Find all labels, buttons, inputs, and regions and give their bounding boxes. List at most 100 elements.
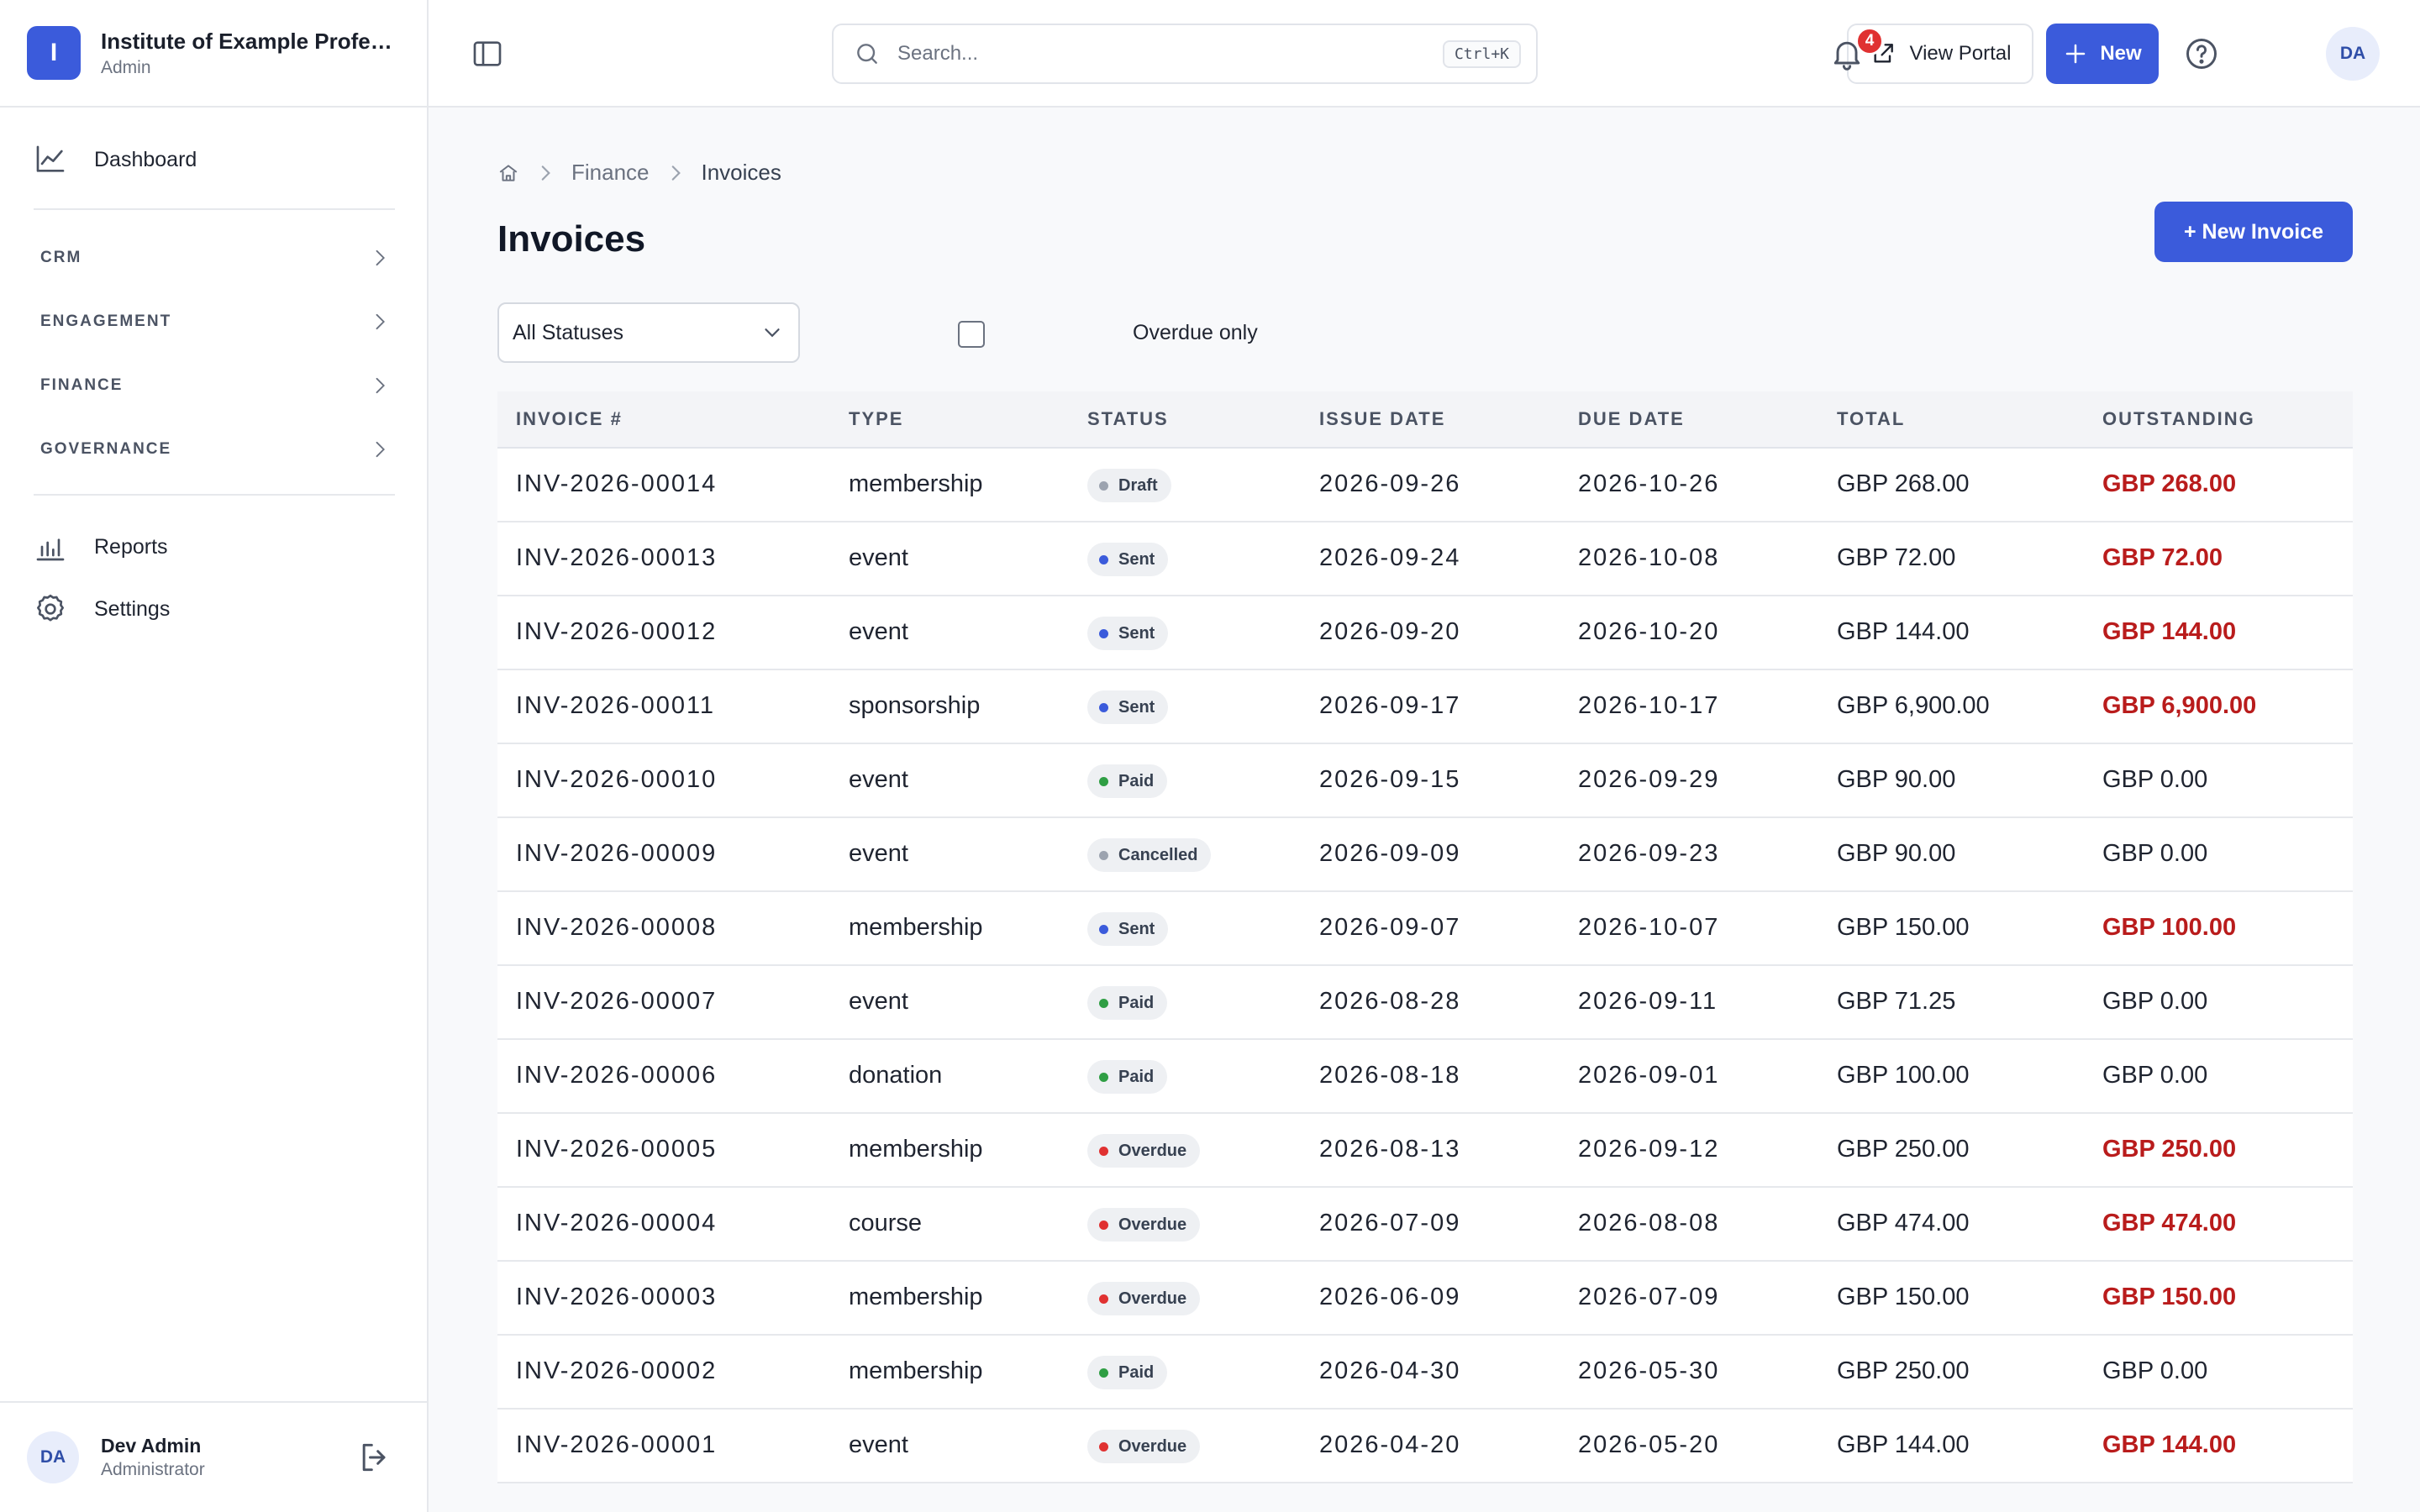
- status-dot-icon: [1099, 702, 1108, 712]
- search-input[interactable]: Search... Ctrl+K: [832, 24, 1538, 84]
- sidebar-group-finance[interactable]: FINANCE: [34, 362, 395, 409]
- outstanding-amount: GBP 0.00: [2102, 1357, 2208, 1384]
- user-avatar-button[interactable]: DA: [2326, 27, 2380, 81]
- sidebar-group-label: GOVERNANCE: [40, 440, 172, 458]
- due-date: 2026-08-08: [1578, 1210, 1720, 1236]
- status-filter-select[interactable]: All Statuses: [497, 302, 800, 363]
- status-dot-icon: [1099, 628, 1108, 638]
- status-dot-icon: [1099, 554, 1108, 564]
- column-header-type[interactable]: TYPE: [849, 408, 903, 430]
- table-row[interactable]: INV-2026-00013 event 2026-09-24 2026-10-08 G…: [497, 522, 2353, 596]
- avatar: DA: [27, 1431, 79, 1483]
- sidebar-group-crm[interactable]: CRM: [34, 234, 395, 281]
- status-dot-icon: [1099, 1368, 1108, 1378]
- new-button[interactable]: New: [2046, 24, 2159, 84]
- chart-line-icon: [36, 145, 65, 172]
- issue-date: 2026-09-15: [1319, 766, 1461, 793]
- column-header-outstanding[interactable]: OUTSTANDING: [2102, 408, 2255, 430]
- table-row[interactable]: INV-2026-00006 donation 2026-08-18 2026-09-…: [497, 1040, 2353, 1114]
- chevron-down-icon: [765, 328, 780, 338]
- status-dot-icon: [1099, 850, 1108, 860]
- column-header-total[interactable]: TOTAL: [1837, 408, 1905, 430]
- table-row[interactable]: INV-2026-00004 course 2026-07-09 2026-08-08…: [497, 1188, 2353, 1262]
- invoice-type: event: [849, 544, 908, 571]
- issue-date: 2026-06-09: [1319, 1284, 1461, 1310]
- breadcrumb-finance[interactable]: Finance: [571, 160, 650, 186]
- outstanding-amount: GBP 0.00: [2102, 988, 2208, 1015]
- issue-date: 2026-08-13: [1319, 1136, 1461, 1163]
- chevron-right-icon: [376, 313, 385, 330]
- invoice-type: membership: [849, 1136, 983, 1163]
- table-row[interactable]: INV-2026-00010 event 2026-09-15 2026-09-29 G…: [497, 744, 2353, 818]
- invoice-type: membership: [849, 1284, 983, 1310]
- status-label: Paid: [1118, 993, 1155, 1012]
- invoice-number[interactable]: INV-2026-00008: [516, 914, 717, 942]
- invoice-number[interactable]: INV-2026-00004: [516, 1210, 717, 1237]
- sidebar-toggle-icon[interactable]: [471, 37, 504, 71]
- table-row[interactable]: INV-2026-00012 event 2026-09-20 2026-10-20 G…: [497, 596, 2353, 670]
- table-row[interactable]: INV-2026-00007 event 2026-08-28 2026-09-11 G…: [497, 966, 2353, 1040]
- status-badge: Sent: [1087, 543, 1169, 576]
- outstanding-amount: GBP 0.00: [2102, 1062, 2208, 1089]
- invoice-number[interactable]: INV-2026-00013: [516, 544, 717, 572]
- table-row[interactable]: INV-2026-00002 membership 2026-04-30 2026-0…: [497, 1336, 2353, 1410]
- invoice-number[interactable]: INV-2026-00001: [516, 1431, 717, 1459]
- issue-date: 2026-04-30: [1319, 1357, 1461, 1384]
- sidebar-group-governance[interactable]: GOVERNANCE: [34, 426, 395, 473]
- sidebar-item-label: Reports: [94, 534, 168, 559]
- column-header-invoice[interactable]: INVOICE #: [516, 408, 623, 430]
- invoice-number[interactable]: INV-2026-00014: [516, 470, 717, 498]
- status-label: Paid: [1118, 1067, 1155, 1086]
- invoice-number[interactable]: INV-2026-00011: [516, 692, 715, 720]
- table-row[interactable]: INV-2026-00014 membership 2026-09-26 2026-1…: [497, 449, 2353, 522]
- logout-icon[interactable]: [356, 1439, 393, 1476]
- invoice-number[interactable]: INV-2026-00009: [516, 840, 717, 868]
- overdue-only-label: Overdue only: [1133, 321, 1258, 344]
- column-header-issue-date[interactable]: ISSUE DATE: [1319, 408, 1445, 430]
- home-icon[interactable]: [497, 162, 519, 184]
- invoice-number[interactable]: INV-2026-00010: [516, 766, 717, 794]
- table-row[interactable]: INV-2026-00005 membership 2026-08-13 2026-0…: [497, 1114, 2353, 1188]
- column-header-status[interactable]: STATUS: [1087, 408, 1169, 430]
- invoice-number[interactable]: INV-2026-00012: [516, 618, 717, 646]
- table-row[interactable]: INV-2026-00009 event 2026-09-09 2026-09-23 G…: [497, 818, 2353, 892]
- sidebar-item-settings[interactable]: Settings: [34, 585, 170, 633]
- table-row[interactable]: INV-2026-00011 sponsorship 2026-09-17 2026-…: [497, 670, 2353, 744]
- status-dot-icon: [1099, 924, 1108, 934]
- invoice-number[interactable]: INV-2026-00007: [516, 988, 717, 1016]
- new-invoice-button[interactable]: + New Invoice: [2154, 202, 2353, 262]
- chevron-right-icon: [376, 441, 385, 458]
- outstanding-amount: GBP 268.00: [2102, 470, 2237, 497]
- table-row[interactable]: INV-2026-00008 membership 2026-09-07 2026-1…: [497, 892, 2353, 966]
- total-amount: GBP 150.00: [1837, 914, 1970, 941]
- table-row[interactable]: INV-2026-00001 event 2026-04-20 2026-05-20 G…: [497, 1410, 2353, 1483]
- invoice-number[interactable]: INV-2026-00006: [516, 1062, 717, 1089]
- invoice-type: sponsorship: [849, 692, 981, 719]
- chevron-right-icon: [671, 165, 681, 181]
- status-badge: Draft: [1087, 469, 1171, 502]
- due-date: 2026-09-23: [1578, 840, 1720, 867]
- invoice-number[interactable]: INV-2026-00005: [516, 1136, 717, 1163]
- outstanding-amount: GBP 0.00: [2102, 766, 2208, 793]
- sidebar-group-label: CRM: [40, 249, 82, 266]
- due-date: 2026-09-01: [1578, 1062, 1720, 1089]
- sidebar-divider: [34, 208, 395, 210]
- invoice-number[interactable]: INV-2026-00002: [516, 1357, 717, 1385]
- invoice-number[interactable]: INV-2026-00003: [516, 1284, 717, 1311]
- total-amount: GBP 72.00: [1837, 544, 1956, 571]
- issue-date: 2026-08-18: [1319, 1062, 1461, 1089]
- overdue-only-checkbox[interactable]: [958, 321, 985, 348]
- column-header-due-date[interactable]: DUE DATE: [1578, 408, 1685, 430]
- sidebar-group-engagement[interactable]: ENGAGEMENT: [34, 298, 395, 345]
- issue-date: 2026-04-20: [1319, 1431, 1461, 1458]
- breadcrumb-invoices: Invoices: [701, 160, 781, 185]
- brand-header[interactable]: I Institute of Example Professionals Adm…: [0, 0, 427, 108]
- user-name: Dev Admin: [101, 1435, 202, 1457]
- due-date: 2026-10-08: [1578, 544, 1720, 571]
- sidebar-item-dashboard[interactable]: Dashboard: [34, 136, 197, 183]
- due-date: 2026-10-17: [1578, 692, 1720, 719]
- status-label: Paid: [1118, 1362, 1155, 1382]
- help-icon[interactable]: [2183, 35, 2220, 72]
- sidebar-item-reports[interactable]: Reports: [34, 523, 168, 570]
- table-row[interactable]: INV-2026-00003 membership 2026-06-09 2026-0…: [497, 1262, 2353, 1336]
